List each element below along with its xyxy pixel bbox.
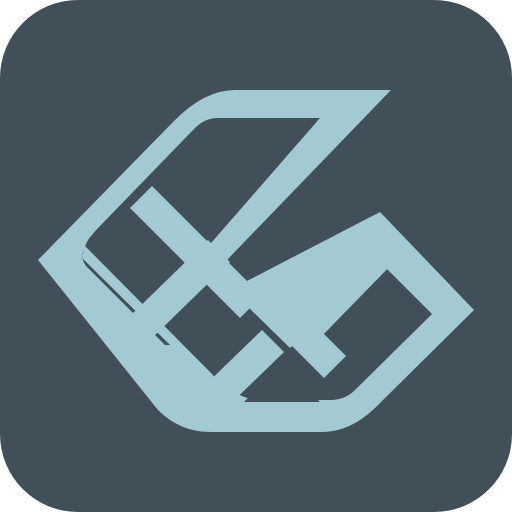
app-icon[interactable] <box>0 0 512 512</box>
app-logo-icon <box>0 0 512 512</box>
